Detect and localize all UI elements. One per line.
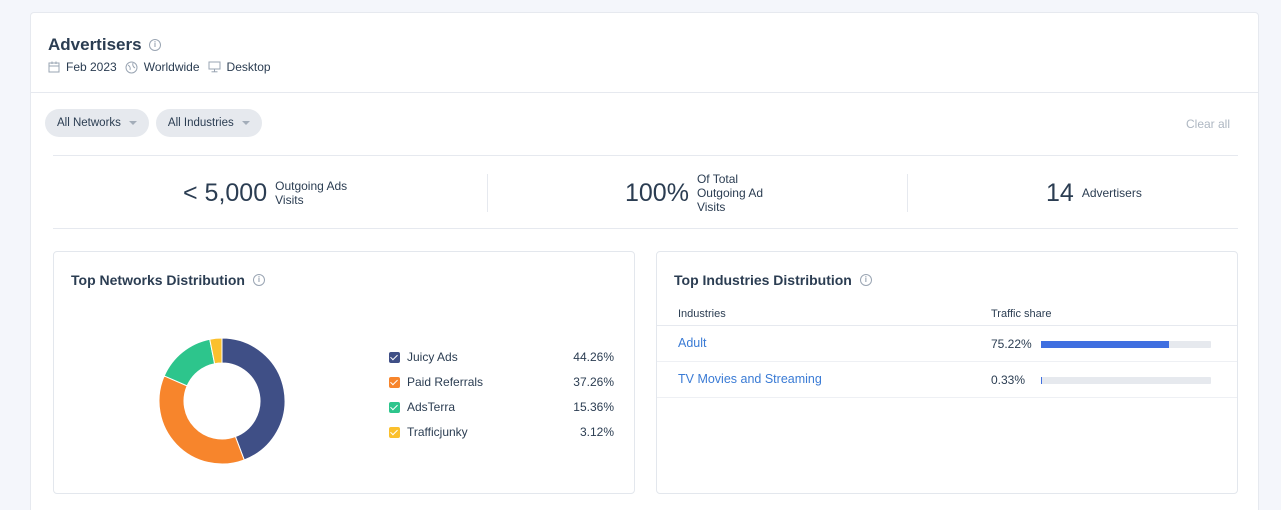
networks-panel-title-text: Top Networks Distribution (71, 272, 245, 288)
device-meta: Desktop (208, 60, 271, 74)
stat-label: Of Total Outgoing Ad Visits (697, 172, 763, 214)
stat-outgoing-visits: < 5,000 Outgoing Ads Visits (183, 156, 347, 230)
legend-value: 3.12% (579, 425, 614, 439)
date-meta: Feb 2023 (48, 60, 117, 74)
industries-filter-label: All Industries (167, 117, 234, 129)
chevron-down-icon (128, 121, 137, 125)
info-icon[interactable]: i (859, 274, 872, 286)
checkbox-icon[interactable] (389, 377, 400, 388)
stat-label-line: Outgoing Ad (696, 186, 764, 200)
legend-value: 44.26% (573, 350, 614, 364)
networks-filter-label: All Networks (57, 117, 121, 129)
traffic-share-bar (1041, 377, 1211, 384)
traffic-share-bar (1041, 341, 1211, 348)
legend-label: AdsTerra (407, 400, 456, 414)
checkbox-icon[interactable] (389, 402, 400, 413)
legend-value: 15.36% (573, 400, 614, 414)
traffic-share-value: 75.22% (991, 337, 1032, 351)
globe-icon (125, 61, 138, 73)
industries-filter-dropdown[interactable]: All Industries (155, 109, 262, 137)
legend-label: Trafficjunky (407, 425, 468, 439)
desktop-icon (208, 61, 221, 73)
stat-value: 100% (625, 178, 689, 207)
donut-slice-paid-referrals[interactable] (158, 375, 245, 465)
legend-value: 37.26% (573, 375, 614, 389)
stats-row: < 5,000 Outgoing Ads Visits 100% Of Tota… (53, 155, 1238, 229)
page-title: Advertisers i (48, 35, 161, 55)
industry-link[interactable]: Adult (678, 336, 707, 350)
traffic-share-value: 0.33% (991, 373, 1026, 387)
donut-slice-adsterra[interactable] (163, 338, 216, 387)
legend-label: Juicy Ads (407, 350, 458, 364)
checkbox-icon[interactable] (389, 352, 400, 363)
networks-panel: Top Networks Distribution i Juicy Ads 44.… (53, 251, 635, 494)
networks-legend: Juicy Ads 44.26% Paid Referrals 37.26% AdsTe… (389, 349, 614, 449)
checkbox-icon[interactable] (389, 427, 400, 438)
stat-divider (907, 174, 908, 212)
stat-share: 100% Of Total Outgoing Ad Visits (625, 156, 763, 230)
clear-all-button[interactable]: Clear all (1186, 117, 1230, 131)
region-text: Worldwide (143, 60, 200, 74)
card-header: Advertisers i Feb 2023 Worldwide Desktop (31, 13, 1258, 93)
stat-label: Outgoing Ads Visits (275, 179, 347, 207)
stat-value: < 5,000 (183, 178, 268, 207)
info-icon[interactable]: i (149, 39, 161, 51)
networks-panel-title: Top Networks Distribution i (71, 272, 265, 288)
calendar-icon (48, 61, 60, 73)
legend-item[interactable]: Paid Referrals 37.26% (389, 374, 614, 399)
stat-advertisers: 14 Advertisers (1046, 156, 1142, 230)
table-row: TV Movies and Streaming 0.33% (657, 362, 1237, 398)
region-meta: Worldwide (125, 60, 200, 74)
device-text: Desktop (226, 60, 271, 74)
industries-panel-title: Top Industries Distribution i (674, 272, 872, 288)
stat-label: Advertisers (1081, 186, 1142, 200)
legend-item[interactable]: Juicy Ads 44.26% (389, 349, 614, 374)
page-title-text: Advertisers (48, 35, 142, 54)
column-header-traffic-share: Traffic share (991, 308, 1052, 320)
traffic-share-fill (1041, 341, 1169, 348)
industries-panel: Top Industries Distribution i Industries… (656, 251, 1238, 494)
stat-label-line: Outgoing Ads (275, 179, 348, 193)
stat-label-line: Visits (275, 193, 304, 207)
industries-panel-title-text: Top Industries Distribution (674, 272, 852, 288)
filter-bar: All Networks All Industries (45, 109, 269, 137)
date-text: Feb 2023 (66, 60, 117, 74)
legend-label: Paid Referrals (407, 375, 484, 389)
advertisers-card: Advertisers i Feb 2023 Worldwide Desktop… (30, 12, 1259, 510)
networks-donut-chart (158, 337, 286, 465)
chevron-down-icon (241, 121, 250, 125)
networks-filter-dropdown[interactable]: All Networks (45, 109, 149, 137)
industry-link[interactable]: TV Movies and Streaming (678, 372, 822, 386)
column-header-industries: Industries (678, 308, 726, 320)
stat-divider (487, 174, 488, 212)
legend-item[interactable]: AdsTerra 15.36% (389, 399, 614, 424)
legend-item[interactable]: Trafficjunky 3.12% (389, 424, 614, 449)
info-icon[interactable]: i (252, 274, 265, 286)
industries-table-header: Industries Traffic share (657, 302, 1237, 326)
traffic-share-fill (1041, 377, 1043, 384)
meta-row: Feb 2023 Worldwide Desktop (48, 60, 279, 74)
stat-label-line: Of Total (696, 172, 739, 186)
stat-label-line: Visits (696, 200, 726, 214)
table-row: Adult 75.22% (657, 326, 1237, 362)
stat-value: 14 (1046, 178, 1074, 207)
